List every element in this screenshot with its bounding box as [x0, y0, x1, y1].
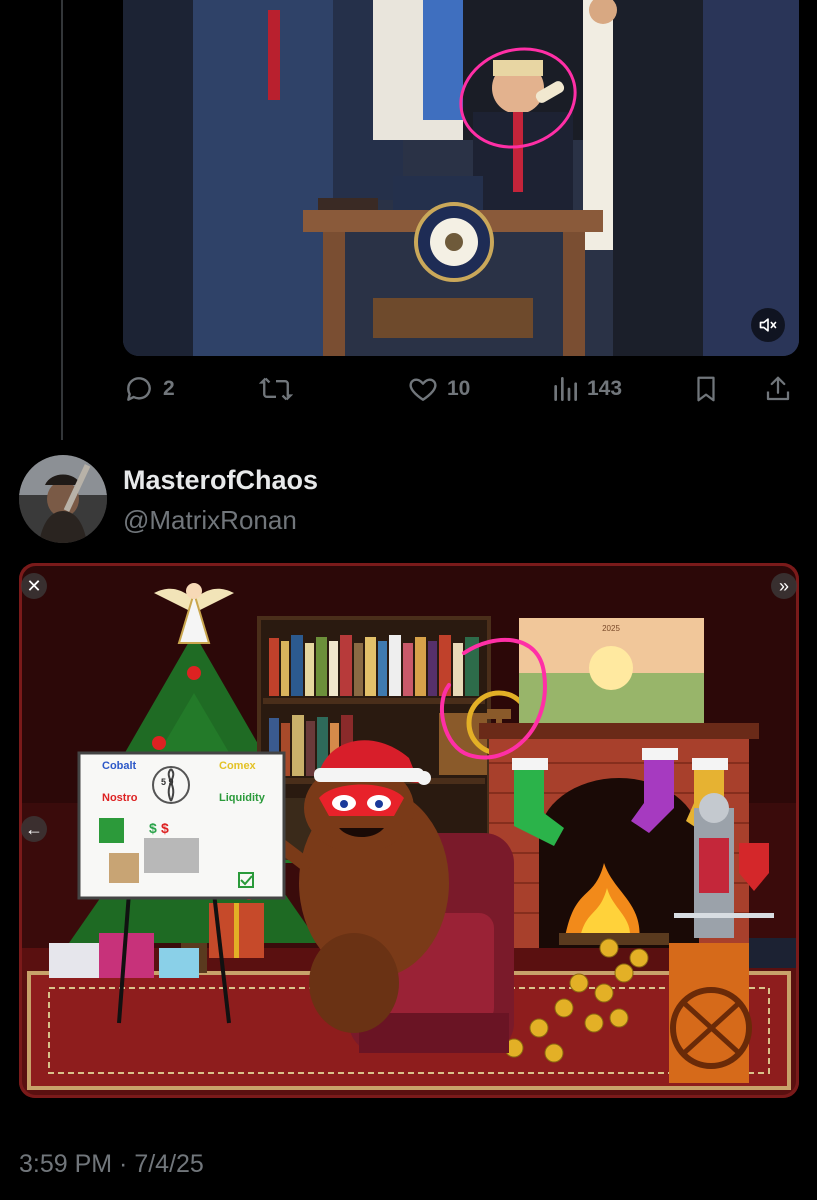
previous-arrow-icon[interactable]: ←	[21, 816, 47, 842]
board-label-liquidity: Liquidity	[219, 792, 265, 804]
expand-icon[interactable]: »	[771, 573, 797, 599]
heart-icon	[409, 378, 437, 401]
tweet-action-bar: 2 10 143	[123, 372, 799, 406]
retweet-icon	[259, 377, 293, 401]
user-handle[interactable]: @MatrixRonan	[123, 505, 297, 536]
thread-line	[61, 0, 63, 440]
retweet-button[interactable]	[259, 372, 301, 406]
share-icon	[766, 376, 790, 401]
reply-icon	[127, 377, 151, 401]
svg-text:2025: 2025	[602, 624, 620, 633]
avatar-image	[19, 455, 107, 543]
board-label-number: 5 9	[161, 777, 174, 787]
bookmark-button[interactable]	[691, 372, 721, 406]
share-button[interactable]	[763, 372, 793, 406]
board-label-cobalt: Cobalt	[102, 760, 137, 772]
tweet-timestamp[interactable]: 3:59 PM · 7/4/25	[19, 1150, 204, 1179]
avatar[interactable]	[19, 455, 107, 543]
display-name[interactable]: MasterofChaos	[123, 465, 318, 496]
board-label-nostro: Nostro	[102, 792, 138, 804]
reply-count: 2	[163, 377, 175, 400]
analytics-icon	[554, 377, 577, 401]
mute-button[interactable]	[751, 308, 785, 342]
svg-text:$: $	[149, 820, 157, 836]
reply-button[interactable]: 2	[123, 372, 175, 406]
like-count: 10	[447, 377, 471, 400]
signing-ceremony-image	[123, 0, 799, 356]
like-button[interactable]: 10	[407, 372, 470, 406]
board-label-comex: Comex	[219, 760, 256, 772]
view-count: 143	[587, 377, 623, 400]
svg-text:$: $	[161, 820, 169, 836]
close-icon[interactable]: ✕	[21, 573, 47, 599]
views-button[interactable]: 143	[551, 372, 622, 406]
christmas-scene-illustration: 2025 $ $	[19, 563, 799, 1098]
tweet-media-image[interactable]: 2025 $ $ Cobalt Comex Nostro Liquidity 5…	[19, 563, 799, 1098]
speaker-muted-icon	[759, 318, 777, 332]
bookmark-icon	[697, 376, 715, 402]
tweet-media-video[interactable]	[123, 0, 799, 356]
